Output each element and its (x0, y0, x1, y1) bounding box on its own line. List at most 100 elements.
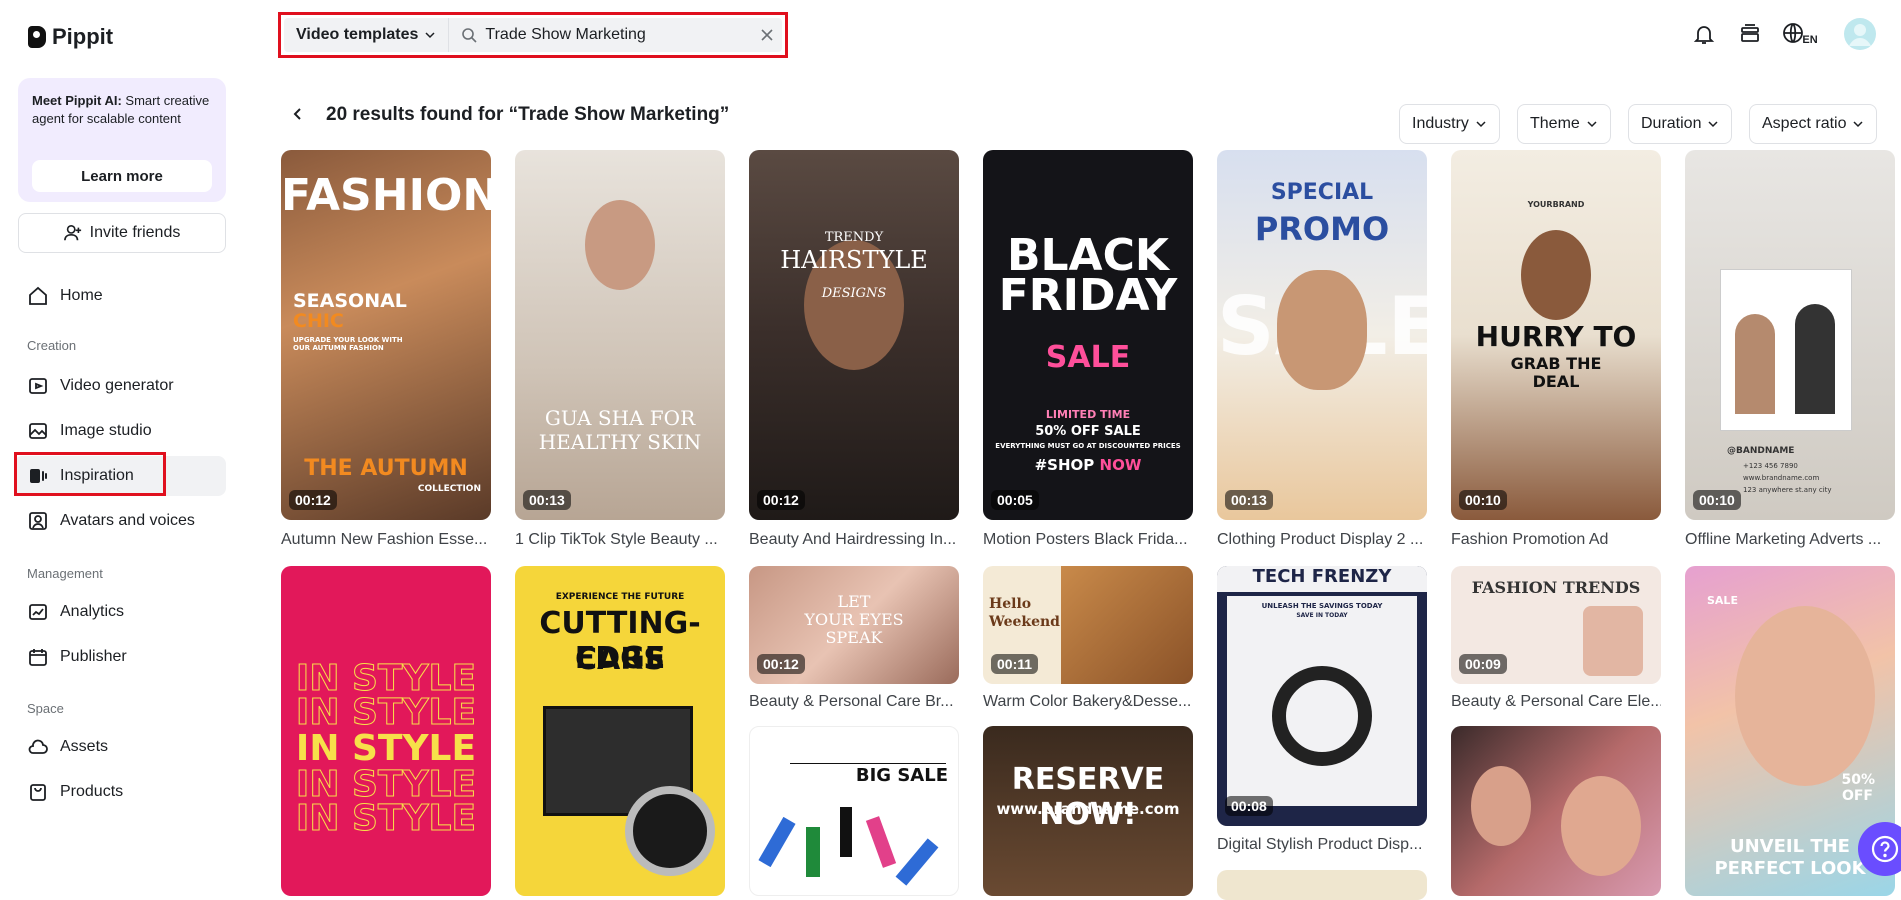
sidebar-item-avatars-and-voices[interactable]: Avatars and voices (14, 501, 226, 541)
card-text: CARS (575, 642, 665, 677)
search-input[interactable]: Trade Show Marketing (449, 26, 752, 44)
duration-badge: 00:12 (289, 490, 337, 510)
figure-shape (840, 807, 852, 857)
template-card[interactable]: TECH FRENZY UNLEASH THE SAVINGS TODAY SA… (1217, 566, 1427, 826)
language-button[interactable]: EN (1780, 18, 1820, 50)
card-text: 50% OFF SALE (1035, 424, 1141, 439)
template-card[interactable] (1217, 870, 1427, 900)
card-title[interactable]: Beauty And Hairdressing In... (749, 531, 959, 549)
app-logo[interactable]: Pippit (28, 24, 113, 50)
bell-icon (1693, 26, 1715, 44)
sidebar-item-label: Assets (60, 738, 109, 755)
card-title[interactable]: 1 Clip TikTok Style Beauty ... (515, 531, 725, 549)
person-shape (1735, 314, 1775, 414)
sidebar-item-label: Products (60, 783, 124, 800)
filter-industry[interactable]: Industry (1399, 104, 1500, 144)
card-text: NOW (1099, 456, 1142, 474)
sidebar-item-assets[interactable]: Assets (14, 727, 226, 767)
card-text: SAVE IN TODAY (1296, 612, 1348, 619)
template-card[interactable]: GUA SHA FOR HEALTHY SKIN 00:13 (515, 150, 725, 520)
sidebar-item-video-generator[interactable]: Video generator (14, 366, 226, 406)
card-text: IN STYLE (295, 692, 477, 734)
learn-more-button[interactable]: Learn more (32, 160, 212, 192)
card-text: LET (837, 592, 871, 611)
card-title[interactable]: Fashion Promotion Ad (1451, 531, 1661, 549)
invite-label: Invite friends (89, 224, 181, 241)
sidebar-item-analytics[interactable]: Analytics (14, 592, 226, 632)
sidebar-item-label: Publisher (60, 648, 127, 665)
card-title[interactable]: Clothing Product Display 2 ... (1217, 531, 1427, 549)
duration-badge: 00:10 (1459, 490, 1507, 510)
card-title[interactable]: Offline Marketing Adverts ... (1685, 531, 1895, 549)
search-type-dropdown[interactable]: Video templates (284, 18, 450, 52)
avatar[interactable] (1844, 18, 1876, 50)
product-image (1583, 606, 1643, 676)
card-title[interactable]: Beauty & Personal Care Ele... (1451, 693, 1661, 711)
card-title[interactable]: Beauty & Personal Care Br... (749, 693, 959, 711)
card-title[interactable]: Autumn New Fashion Esse... (281, 531, 491, 549)
add-user-icon (63, 224, 81, 241)
calendar-icon (29, 649, 47, 666)
template-card[interactable]: IN STYLE IN STYLE IN STYLE IN STYLE IN S… (281, 566, 491, 896)
template-card[interactable]: YOURBRAND HURRY TO GRAB THE DEAL 00:10 (1451, 150, 1661, 520)
layers-button[interactable] (1734, 18, 1766, 50)
template-card[interactable]: BLACK FRIDAY SALE LIMITED TIME 50% OFF S… (983, 150, 1193, 520)
figure-shape (865, 816, 897, 868)
promo-text: Meet Pippit AI: Smart creative agent for… (32, 93, 210, 126)
card-text: RESERVE NOW! (1011, 762, 1165, 832)
portrait-shape (1521, 230, 1591, 320)
duration-badge: 00:12 (757, 654, 805, 674)
template-card[interactable] (1451, 726, 1661, 896)
card-title[interactable]: Digital Stylish Product Disp... (1217, 836, 1427, 854)
sidebar-item-label: Home (60, 287, 103, 304)
sidebar-item-image-studio[interactable]: Image studio (14, 411, 226, 451)
duration-badge: 00:13 (523, 490, 571, 510)
template-card[interactable]: FASHION SEASONAL CHIC UPGRADE YOUR LOOK … (281, 150, 491, 520)
template-card[interactable]: @BANDNAME +123 456 7890 www.brandname.co… (1685, 150, 1895, 520)
chevron-down-icon (1587, 121, 1597, 128)
avatar-icon (29, 512, 47, 530)
sidebar-item-products[interactable]: Products (14, 772, 226, 812)
card-text: UPGRADE YOUR LOOK WITH OUR AUTUMN FASHIO… (293, 336, 403, 352)
card-text: EVERYTHING MUST GO AT DISCOUNTED PRICES (995, 442, 1181, 450)
chevron-down-icon (1853, 121, 1864, 128)
template-card[interactable]: SALE SPECIAL PROMO 00:13 (1217, 150, 1427, 520)
filter-label: Theme (1530, 115, 1580, 132)
template-card[interactable]: EXPERIENCE THE FUTURE CUTTING-EDGE CARS (515, 566, 725, 896)
template-card[interactable]: FASHION TRENDS 00:09 (1451, 566, 1661, 684)
back-button[interactable] (288, 104, 308, 124)
framed-photo (1721, 270, 1851, 430)
filter-aspect-ratio[interactable]: Aspect ratio (1749, 104, 1878, 144)
chevron-down-icon (1708, 121, 1719, 128)
filter-label: Industry (1412, 115, 1469, 132)
card-title[interactable]: Warm Color Bakery&Desse... (983, 693, 1193, 711)
filter-duration[interactable]: Duration (1628, 104, 1733, 144)
portrait-shape (1735, 606, 1875, 786)
template-card[interactable]: TRENDY HAIRSTYLE DESIGNS 00:12 (749, 150, 959, 520)
card-text: Hello (989, 596, 1032, 612)
duration-badge: 00:11 (991, 654, 1039, 674)
template-card[interactable]: RESERVE NOW! www.brandname.com (983, 726, 1193, 896)
section-label-management: Management (27, 566, 103, 581)
card-title[interactable]: Motion Posters Black Frida... (983, 531, 1193, 549)
section-label-space: Space (27, 701, 64, 716)
card-text: DESIGNS (821, 286, 887, 301)
sidebar-item-label: Analytics (60, 603, 125, 620)
template-card[interactable]: Hello Weekend 00:11 (983, 566, 1193, 684)
template-card[interactable]: BIG SALE (749, 726, 959, 896)
wheel-shape (625, 786, 715, 876)
filter-theme[interactable]: Theme (1517, 104, 1611, 144)
clear-search-button[interactable] (752, 28, 782, 42)
home-icon (29, 286, 47, 305)
card-text: #SHOP (1034, 456, 1095, 474)
filter-label: Aspect ratio (1762, 115, 1847, 132)
template-card[interactable]: LET YOUR EYES SPEAK 00:12 (749, 566, 959, 684)
portrait-shape (1471, 766, 1531, 846)
notifications-button[interactable] (1688, 18, 1720, 50)
sidebar-item-publisher[interactable]: Publisher (14, 637, 226, 677)
invite-friends-button[interactable]: Invite friends (18, 213, 226, 253)
card-text: SPECIAL (1270, 180, 1374, 205)
sidebar-item-home[interactable]: Home (14, 276, 226, 316)
duration-badge: 00:10 (1693, 490, 1741, 510)
search-query: Trade Show Marketing (485, 26, 646, 43)
